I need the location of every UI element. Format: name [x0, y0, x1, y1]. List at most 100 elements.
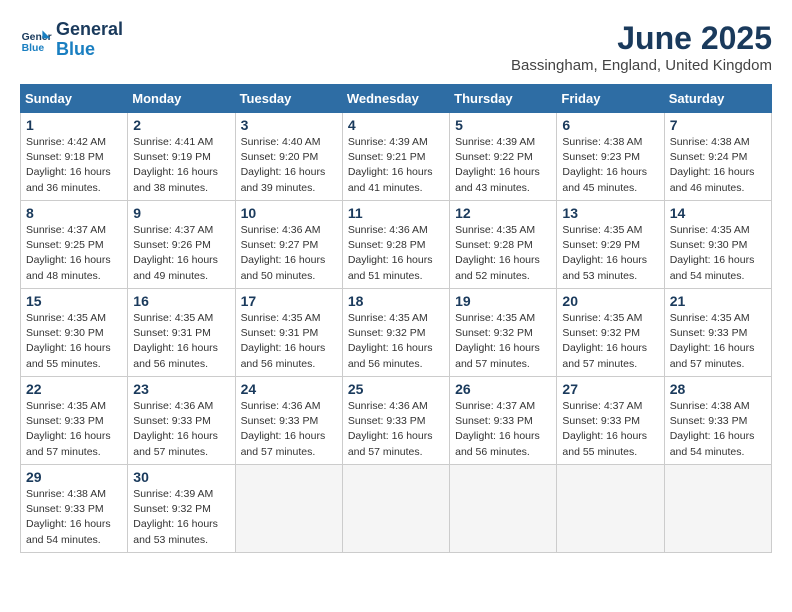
day-info: Sunrise: 4:36 AMSunset: 9:27 PMDaylight:… — [241, 223, 337, 284]
calendar-cell: 11Sunrise: 4:36 AMSunset: 9:28 PMDayligh… — [342, 201, 449, 289]
weekday-header-saturday: Saturday — [664, 85, 771, 113]
day-number: 29 — [26, 469, 122, 485]
day-number: 14 — [670, 205, 766, 221]
day-info: Sunrise: 4:36 AMSunset: 9:33 PMDaylight:… — [133, 399, 229, 460]
day-info: Sunrise: 4:36 AMSunset: 9:33 PMDaylight:… — [348, 399, 444, 460]
calendar-cell: 27 Sunrise: 4:37 AMSunset: 9:33 PMDayligh… — [557, 377, 664, 465]
day-info: Sunrise: 4:40 AMSunset: 9:20 PMDaylight:… — [241, 135, 337, 196]
calendar-cell: 28Sunrise: 4:38 AMSunset: 9:33 PMDayligh… — [664, 377, 771, 465]
calendar-cell: 25 Sunrise: 4:36 AMSunset: 9:33 PMDayligh… — [342, 377, 449, 465]
day-info: Sunrise: 4:35 AMSunset: 9:33 PMDaylight:… — [26, 399, 122, 460]
day-info: Sunrise: 4:35 AMSunset: 9:30 PMDaylight:… — [670, 223, 766, 284]
weekday-header-tuesday: Tuesday — [235, 85, 342, 113]
day-info: Sunrise: 4:39 AMSunset: 9:32 PMDaylight:… — [133, 487, 229, 548]
calendar-cell — [557, 465, 664, 553]
weekday-header-row: SundayMondayTuesdayWednesdayThursdayFrid… — [21, 85, 772, 113]
day-number: 15 — [26, 293, 122, 309]
calendar-cell: 1 Sunrise: 4:42 AMSunset: 9:18 PMDaylight… — [21, 113, 128, 201]
calendar-cell: 4 Sunrise: 4:39 AMSunset: 9:21 PMDaylight… — [342, 113, 449, 201]
day-number: 8 — [26, 205, 122, 221]
day-number: 23 — [133, 381, 229, 397]
day-info: Sunrise: 4:37 AMSunset: 9:33 PMDaylight:… — [562, 399, 658, 460]
day-info: Sunrise: 4:42 AMSunset: 9:18 PMDaylight:… — [26, 135, 122, 196]
day-number: 16 — [133, 293, 229, 309]
day-number: 25 — [348, 381, 444, 397]
day-info: Sunrise: 4:35 AMSunset: 9:29 PMDaylight:… — [562, 223, 658, 284]
day-number: 6 — [562, 117, 658, 133]
day-number: 2 — [133, 117, 229, 133]
day-number: 1 — [26, 117, 122, 133]
day-number: 5 — [455, 117, 551, 133]
day-info: Sunrise: 4:38 AMSunset: 9:33 PMDaylight:… — [670, 399, 766, 460]
calendar-cell: 22 Sunrise: 4:35 AMSunset: 9:33 PMDayligh… — [21, 377, 128, 465]
day-info: Sunrise: 4:37 AMSunset: 9:25 PMDaylight:… — [26, 223, 122, 284]
day-info: Sunrise: 4:41 AMSunset: 9:19 PMDaylight:… — [133, 135, 229, 196]
day-number: 12 — [455, 205, 551, 221]
calendar-cell: 3 Sunrise: 4:40 AMSunset: 9:20 PMDaylight… — [235, 113, 342, 201]
calendar-cell: 18Sunrise: 4:35 AMSunset: 9:32 PMDayligh… — [342, 289, 449, 377]
day-info: Sunrise: 4:39 AMSunset: 9:22 PMDaylight:… — [455, 135, 551, 196]
calendar-cell — [342, 465, 449, 553]
calendar-table: SundayMondayTuesdayWednesdayThursdayFrid… — [20, 84, 772, 553]
week-row-2: 8 Sunrise: 4:37 AMSunset: 9:25 PMDaylight… — [21, 201, 772, 289]
day-number: 22 — [26, 381, 122, 397]
day-number: 17 — [241, 293, 337, 309]
page-header: General Blue GeneralBlue June 2025 Bassi… — [20, 20, 772, 74]
calendar-cell — [450, 465, 557, 553]
calendar-cell: 2 Sunrise: 4:41 AMSunset: 9:19 PMDaylight… — [128, 113, 235, 201]
calendar-cell: 7 Sunrise: 4:38 AMSunset: 9:24 PMDaylight… — [664, 113, 771, 201]
calendar-cell: 6 Sunrise: 4:38 AMSunset: 9:23 PMDaylight… — [557, 113, 664, 201]
day-info: Sunrise: 4:38 AMSunset: 9:24 PMDaylight:… — [670, 135, 766, 196]
day-number: 13 — [562, 205, 658, 221]
calendar-cell: 19Sunrise: 4:35 AMSunset: 9:32 PMDayligh… — [450, 289, 557, 377]
calendar-cell: 24 Sunrise: 4:36 AMSunset: 9:33 PMDayligh… — [235, 377, 342, 465]
svg-text:Blue: Blue — [22, 43, 45, 54]
calendar-cell: 17 Sunrise: 4:35 AMSunset: 9:31 PMDayligh… — [235, 289, 342, 377]
calendar-cell: 23 Sunrise: 4:36 AMSunset: 9:33 PMDayligh… — [128, 377, 235, 465]
day-info: Sunrise: 4:37 AMSunset: 9:33 PMDaylight:… — [455, 399, 551, 460]
calendar-cell: 15Sunrise: 4:35 AMSunset: 9:30 PMDayligh… — [21, 289, 128, 377]
location: Bassingham, England, United Kingdom — [511, 57, 772, 74]
day-info: Sunrise: 4:36 AMSunset: 9:28 PMDaylight:… — [348, 223, 444, 284]
day-number: 10 — [241, 205, 337, 221]
weekday-header-thursday: Thursday — [450, 85, 557, 113]
day-number: 20 — [562, 293, 658, 309]
weekday-header-sunday: Sunday — [21, 85, 128, 113]
week-row-1: 1 Sunrise: 4:42 AMSunset: 9:18 PMDaylight… — [21, 113, 772, 201]
day-number: 21 — [670, 293, 766, 309]
weekday-header-monday: Monday — [128, 85, 235, 113]
calendar-cell: 10 Sunrise: 4:36 AMSunset: 9:27 PMDayligh… — [235, 201, 342, 289]
calendar-cell: 5 Sunrise: 4:39 AMSunset: 9:22 PMDaylight… — [450, 113, 557, 201]
calendar-cell: 16Sunrise: 4:35 AMSunset: 9:31 PMDayligh… — [128, 289, 235, 377]
calendar-cell: 20Sunrise: 4:35 AMSunset: 9:32 PMDayligh… — [557, 289, 664, 377]
day-info: Sunrise: 4:35 AMSunset: 9:33 PMDaylight:… — [670, 311, 766, 372]
calendar-cell: 12Sunrise: 4:35 AMSunset: 9:28 PMDayligh… — [450, 201, 557, 289]
day-info: Sunrise: 4:35 AMSunset: 9:31 PMDaylight:… — [241, 311, 337, 372]
calendar-cell: 21 Sunrise: 4:35 AMSunset: 9:33 PMDayligh… — [664, 289, 771, 377]
day-number: 9 — [133, 205, 229, 221]
day-info: Sunrise: 4:38 AMSunset: 9:33 PMDaylight:… — [26, 487, 122, 548]
day-number: 24 — [241, 381, 337, 397]
calendar-cell: 29 Sunrise: 4:38 AMSunset: 9:33 PMDayligh… — [21, 465, 128, 553]
day-number: 4 — [348, 117, 444, 133]
logo-text: GeneralBlue — [56, 20, 123, 60]
week-row-4: 22 Sunrise: 4:35 AMSunset: 9:33 PMDayligh… — [21, 377, 772, 465]
day-number: 27 — [562, 381, 658, 397]
day-number: 3 — [241, 117, 337, 133]
month-title: June 2025 — [511, 20, 772, 57]
weekday-header-friday: Friday — [557, 85, 664, 113]
calendar-cell: 26Sunrise: 4:37 AMSunset: 9:33 PMDayligh… — [450, 377, 557, 465]
logo-icon: General Blue — [20, 24, 52, 56]
day-info: Sunrise: 4:36 AMSunset: 9:33 PMDaylight:… — [241, 399, 337, 460]
day-info: Sunrise: 4:39 AMSunset: 9:21 PMDaylight:… — [348, 135, 444, 196]
weekday-header-wednesday: Wednesday — [342, 85, 449, 113]
calendar-cell — [664, 465, 771, 553]
logo: General Blue GeneralBlue — [20, 20, 123, 60]
day-number: 19 — [455, 293, 551, 309]
calendar-cell: 14 Sunrise: 4:35 AMSunset: 9:30 PMDayligh… — [664, 201, 771, 289]
calendar-cell: 8 Sunrise: 4:37 AMSunset: 9:25 PMDaylight… — [21, 201, 128, 289]
day-info: Sunrise: 4:35 AMSunset: 9:32 PMDaylight:… — [348, 311, 444, 372]
day-number: 7 — [670, 117, 766, 133]
day-info: Sunrise: 4:38 AMSunset: 9:23 PMDaylight:… — [562, 135, 658, 196]
calendar-cell: 9Sunrise: 4:37 AMSunset: 9:26 PMDaylight… — [128, 201, 235, 289]
